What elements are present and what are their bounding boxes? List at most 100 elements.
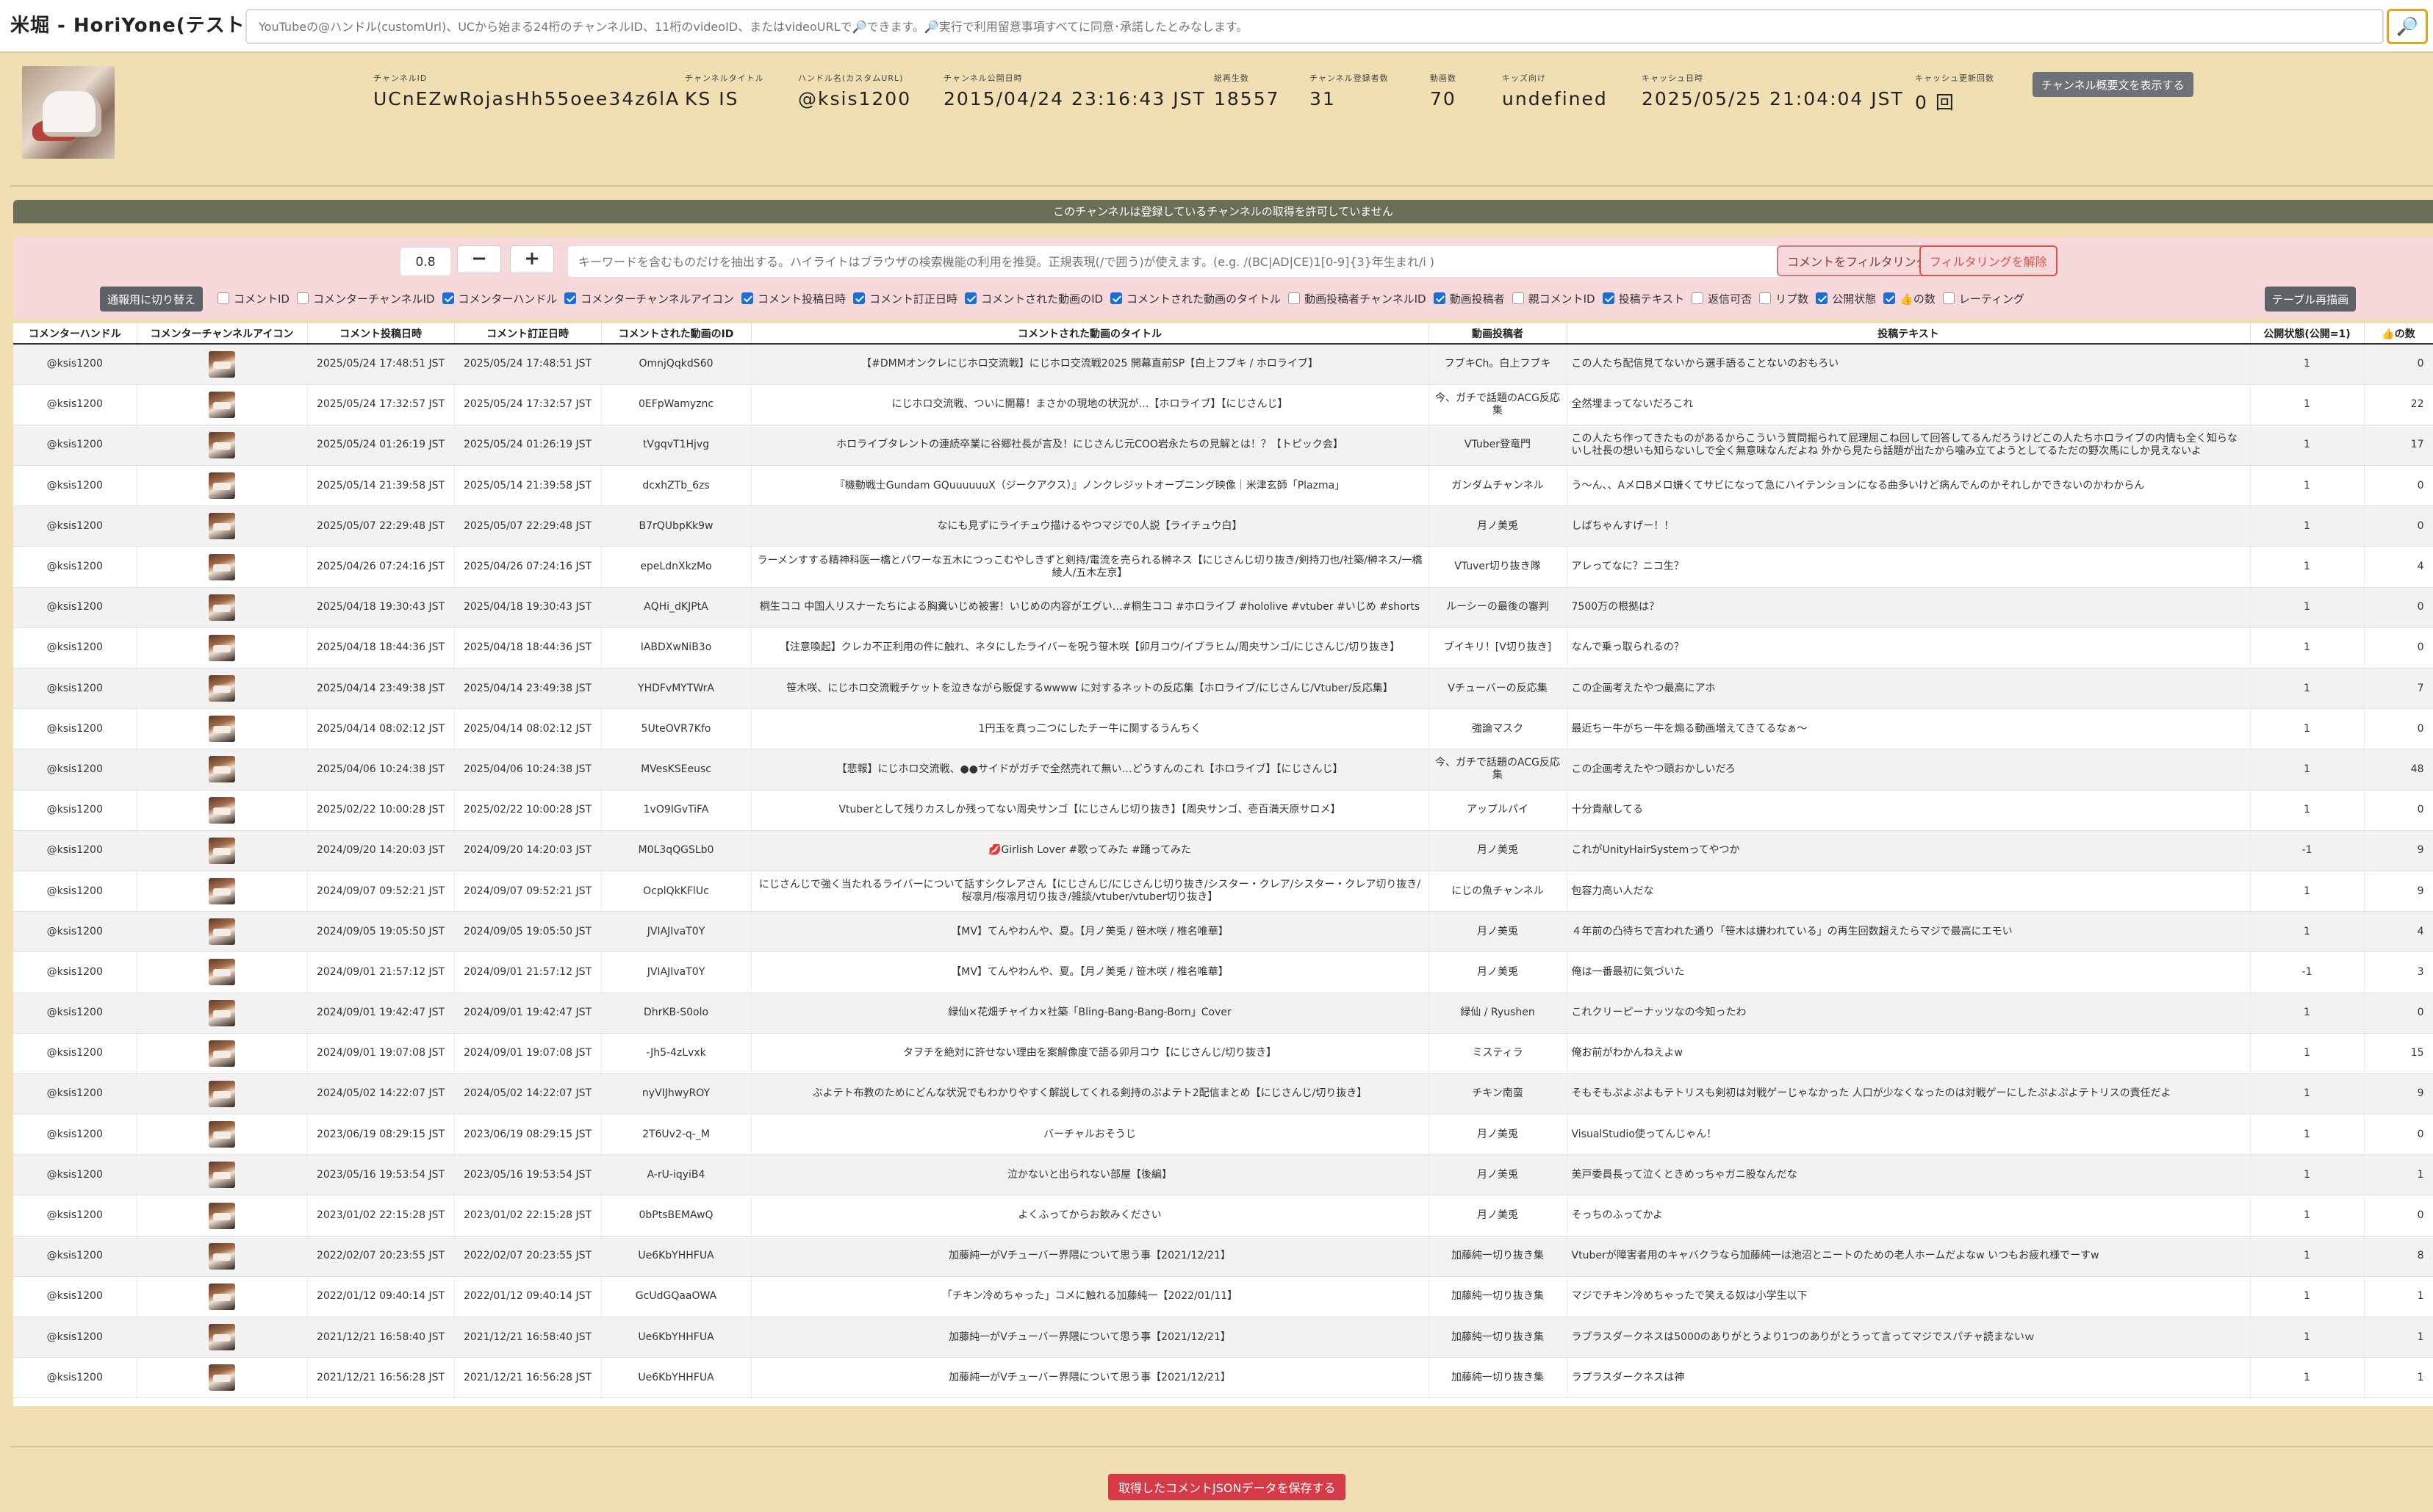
column-header[interactable]: コメントされた動画のID bbox=[601, 323, 752, 345]
commenter-avatar-icon[interactable] bbox=[209, 959, 235, 986]
like-count-cell: 17 bbox=[2364, 425, 2433, 467]
filter-panel: 0.8 − + コメントをフィルタリング フィルタリングを解除 通報用に切り替え… bbox=[13, 237, 2433, 319]
commenter-avatar-icon[interactable] bbox=[209, 878, 235, 905]
commenter-avatar-icon[interactable] bbox=[209, 1283, 235, 1310]
checkbox[interactable] bbox=[442, 292, 454, 304]
column-toggle[interactable]: 動画投稿者チャンネルID bbox=[1288, 291, 1426, 306]
column-header[interactable]: コメント投稿日時 bbox=[307, 323, 455, 345]
checkbox[interactable] bbox=[1110, 292, 1123, 304]
column-header[interactable]: コメンターチャンネルアイコン bbox=[137, 323, 308, 345]
public-state-cell: 1 bbox=[2250, 668, 2365, 710]
public-state-cell: 1 bbox=[2250, 505, 2365, 547]
column-toggle[interactable]: コメントID bbox=[218, 291, 290, 306]
commenter-avatar-icon[interactable] bbox=[209, 1121, 235, 1148]
column-toggle[interactable]: コメント投稿日時 bbox=[741, 291, 846, 306]
switch-report-mode-button[interactable]: 通報用に切り替え bbox=[100, 287, 204, 312]
commenter-avatar-icon[interactable] bbox=[209, 1324, 235, 1351]
column-toggle[interactable]: 公開状態 bbox=[1816, 291, 1876, 306]
column-toggle[interactable]: 返信可否 bbox=[1692, 291, 1752, 306]
checkbox[interactable] bbox=[1433, 292, 1445, 304]
zoom-input[interactable]: 0.8 bbox=[400, 247, 451, 276]
clear-filter-button[interactable]: フィルタリングを解除 bbox=[1919, 245, 2058, 276]
checkbox[interactable] bbox=[1883, 292, 1896, 304]
filter-comments-button[interactable]: コメントをフィルタリング bbox=[1777, 245, 1938, 276]
commenter-avatar-icon[interactable] bbox=[209, 431, 235, 458]
checkbox[interactable] bbox=[1759, 292, 1772, 304]
commenter-avatar-icon[interactable] bbox=[209, 350, 235, 378]
column-toggle[interactable]: 親コメントID bbox=[1512, 291, 1595, 306]
commenter-avatar-icon[interactable] bbox=[209, 796, 235, 824]
public-state-cell: 1 bbox=[2250, 627, 2365, 669]
post-time-cell: 2021/12/21 16:58:40 JST bbox=[307, 1317, 455, 1358]
column-toggle[interactable]: コメントされた動画のタイトル bbox=[1110, 291, 1281, 306]
search-button[interactable]: 🔎 bbox=[2387, 9, 2428, 44]
redraw-table-button[interactable]: テーブル再描画 bbox=[2265, 287, 2357, 312]
column-toggle[interactable]: コメンターチャンネルアイコン bbox=[564, 291, 734, 306]
commenter-avatar-icon[interactable] bbox=[209, 391, 235, 418]
keyword-filter-input[interactable] bbox=[567, 245, 1781, 278]
column-header[interactable]: コメント訂正日時 bbox=[454, 323, 602, 345]
checkbox[interactable] bbox=[1692, 292, 1704, 304]
like-count-cell: 9 bbox=[2364, 1073, 2433, 1115]
column-toggle[interactable]: 👍の数 bbox=[1883, 291, 1936, 306]
commenter-avatar-icon[interactable] bbox=[209, 675, 235, 702]
save-json-button[interactable]: 取得したコメントJSONデータを保存する bbox=[1108, 1474, 1346, 1500]
edit-time-cell: 2025/05/24 01:26:19 JST bbox=[454, 425, 602, 467]
checkbox[interactable] bbox=[296, 292, 309, 304]
video-id-cell: GcUdGQaaOWA bbox=[601, 1276, 752, 1318]
commenter-avatar-icon[interactable] bbox=[209, 918, 235, 946]
checkbox[interactable] bbox=[1942, 292, 1955, 304]
zoom-out-button[interactable]: − bbox=[457, 245, 501, 273]
column-header[interactable]: 👍の数 bbox=[2364, 323, 2433, 345]
checkbox[interactable] bbox=[1288, 292, 1301, 304]
commenter-avatar-icon[interactable] bbox=[209, 1080, 235, 1107]
commenter-avatar-icon[interactable] bbox=[209, 553, 235, 580]
post-time-cell: 2024/09/05 19:05:50 JST bbox=[307, 911, 455, 953]
commenter-avatar-icon[interactable] bbox=[209, 513, 235, 540]
column-toggle[interactable]: 投稿テキスト bbox=[1602, 291, 1684, 306]
commenter-avatar-icon[interactable] bbox=[209, 594, 235, 621]
column-header[interactable]: コメントされた動画のタイトル bbox=[751, 323, 1429, 345]
column-header[interactable]: 動画投稿者 bbox=[1428, 323, 1567, 345]
search-input[interactable] bbox=[245, 9, 2384, 44]
comment-text-cell: アレってなに？ニコ生？ bbox=[1567, 546, 2251, 588]
commenter-avatar-icon[interactable] bbox=[209, 837, 235, 864]
commenter-avatar-icon[interactable] bbox=[209, 1242, 235, 1270]
commenter-avatar-icon[interactable] bbox=[209, 1202, 235, 1229]
column-toggle[interactable]: 動画投稿者 bbox=[1433, 291, 1505, 306]
column-toggle[interactable]: コメンターチャンネルID bbox=[296, 291, 435, 306]
checkbox[interactable] bbox=[741, 292, 754, 304]
show-description-button[interactable]: チャンネル概要文を表示する bbox=[2033, 72, 2193, 97]
checkbox[interactable] bbox=[1512, 292, 1524, 304]
video-owner-cell: 月ノ美兎 bbox=[1428, 830, 1567, 871]
checkbox[interactable] bbox=[965, 292, 977, 304]
checkbox[interactable] bbox=[218, 292, 229, 304]
comment-text-cell: そもそもぷよぷよもテトリスも剣初は対戦ゲーじゃなかった 人口が少なくなったのは対… bbox=[1567, 1073, 2251, 1115]
column-toggle[interactable]: レーティング bbox=[1942, 291, 2024, 306]
video-id-cell: DhrKB-S0olo bbox=[601, 993, 752, 1034]
commenter-avatar-icon[interactable] bbox=[209, 1162, 235, 1189]
commenter-avatar-icon[interactable] bbox=[209, 634, 235, 661]
commenter-avatar-icon[interactable] bbox=[209, 472, 235, 500]
commenter-avatar-icon[interactable] bbox=[209, 999, 235, 1026]
commenter-avatar-icon[interactable] bbox=[209, 1364, 235, 1392]
checkbox[interactable] bbox=[1602, 292, 1614, 304]
zoom-in-button[interactable]: + bbox=[510, 245, 554, 273]
video-owner-cell: ガンダムチャンネル bbox=[1428, 465, 1567, 507]
commenter-avatar-icon[interactable] bbox=[209, 1040, 235, 1067]
video-title-cell: よくふってからお飲みください bbox=[751, 1195, 1429, 1236]
column-toggle[interactable]: コメンターハンドル bbox=[442, 291, 557, 306]
commenter-avatar-icon[interactable] bbox=[209, 716, 235, 743]
column-toggle[interactable]: コメントされた動画のID bbox=[965, 291, 1103, 306]
checkbox[interactable] bbox=[853, 292, 866, 304]
column-header[interactable]: コメンターハンドル bbox=[13, 323, 137, 345]
column-header[interactable]: 公開状態(公開=1) bbox=[2250, 323, 2365, 345]
video-id-cell: M0L3qQGSLb0 bbox=[601, 830, 752, 871]
column-header[interactable]: 投稿テキスト bbox=[1567, 323, 2251, 345]
checkbox[interactable] bbox=[1816, 292, 1828, 304]
checkbox[interactable] bbox=[564, 292, 577, 304]
column-toggle[interactable]: リプ数 bbox=[1759, 291, 1808, 306]
video-owner-cell: ブイキリ！[V切り抜き] bbox=[1428, 627, 1567, 669]
commenter-avatar-icon[interactable] bbox=[209, 756, 235, 783]
column-toggle[interactable]: コメント訂正日時 bbox=[853, 291, 957, 306]
